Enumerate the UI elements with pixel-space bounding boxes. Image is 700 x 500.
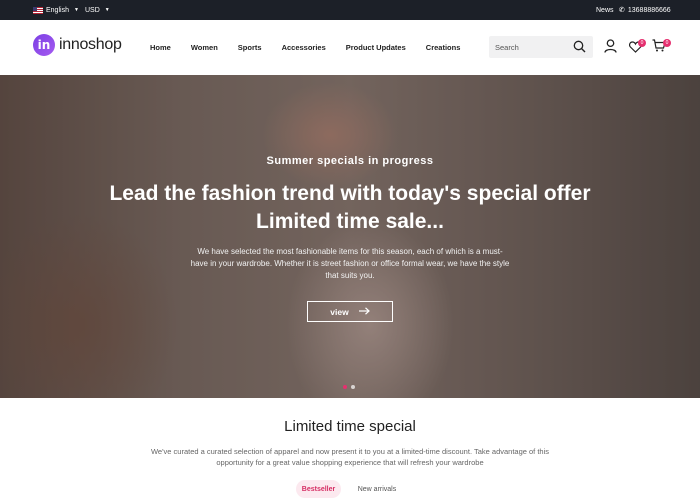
chevron-down-icon: ▼ [104,7,110,13]
cart-count-badge: 0 [663,39,671,47]
section-title: Limited time special [284,418,416,435]
logo-mark-icon: in [33,34,55,56]
nav-item-creations[interactable]: Creations [426,43,461,52]
wishlist-count-badge: 0 [638,39,646,47]
language-selector[interactable]: English ▼ [33,0,79,20]
language-label: English [46,6,69,14]
currency-selector[interactable]: USD ▼ [85,0,110,20]
news-link[interactable]: News [596,0,614,20]
hero-subtitle: Summer specials in progress [266,155,434,167]
currency-label: USD [85,6,100,14]
phone-contact[interactable]: ✆ 13688886666 [619,0,671,20]
chevron-down-icon: ▼ [73,7,79,13]
view-button-label: view [330,306,349,317]
flag-icon [33,6,43,14]
hero-content: Summer specials in progress Lead the fas… [0,75,700,398]
main-nav: Home Women Sports Accessories Product Up… [150,20,480,75]
tab-new-arrivals[interactable]: New arrivals [349,480,405,498]
nav-item-women[interactable]: Women [191,43,218,52]
carousel-indicators [343,385,355,389]
view-button[interactable]: view [307,301,393,322]
logo[interactable]: in innoshop [33,34,122,56]
hero-banner: Summer specials in progress Lead the fas… [0,75,700,398]
phone-icon: ✆ [619,7,625,14]
arrow-right-icon [358,306,370,317]
nav-item-accessories[interactable]: Accessories [282,43,326,52]
hero-title: Lead the fashion trend with today's spec… [0,180,700,236]
search-input[interactable] [495,42,571,52]
search-icon[interactable] [573,40,586,58]
hero-title-line-2: Limited time sale... [256,210,444,233]
nav-item-sports[interactable]: Sports [238,43,262,52]
hero-description: We have selected the most fashionable it… [190,247,510,280]
tab-bestseller[interactable]: Bestseller [296,480,341,498]
main-header: in innoshop Home Women Sports Accessorie… [0,20,700,75]
nav-item-product-updates[interactable]: Product Updates [346,43,406,52]
nav-item-home[interactable]: Home [150,43,171,52]
section-description: We've curated a curated selection of app… [150,447,550,467]
carousel-dot-2[interactable] [351,385,355,389]
hero-title-line-1: Lead the fashion trend with today's spec… [109,182,591,205]
phone-number: 13688886666 [627,6,671,14]
carousel-dot-1[interactable] [343,385,347,389]
search-box [489,36,593,58]
logo-text: innoshop [59,36,122,53]
user-icon[interactable] [604,39,617,58]
top-bar: English ▼ USD ▼ News ✆ 13688886666 [0,0,700,20]
